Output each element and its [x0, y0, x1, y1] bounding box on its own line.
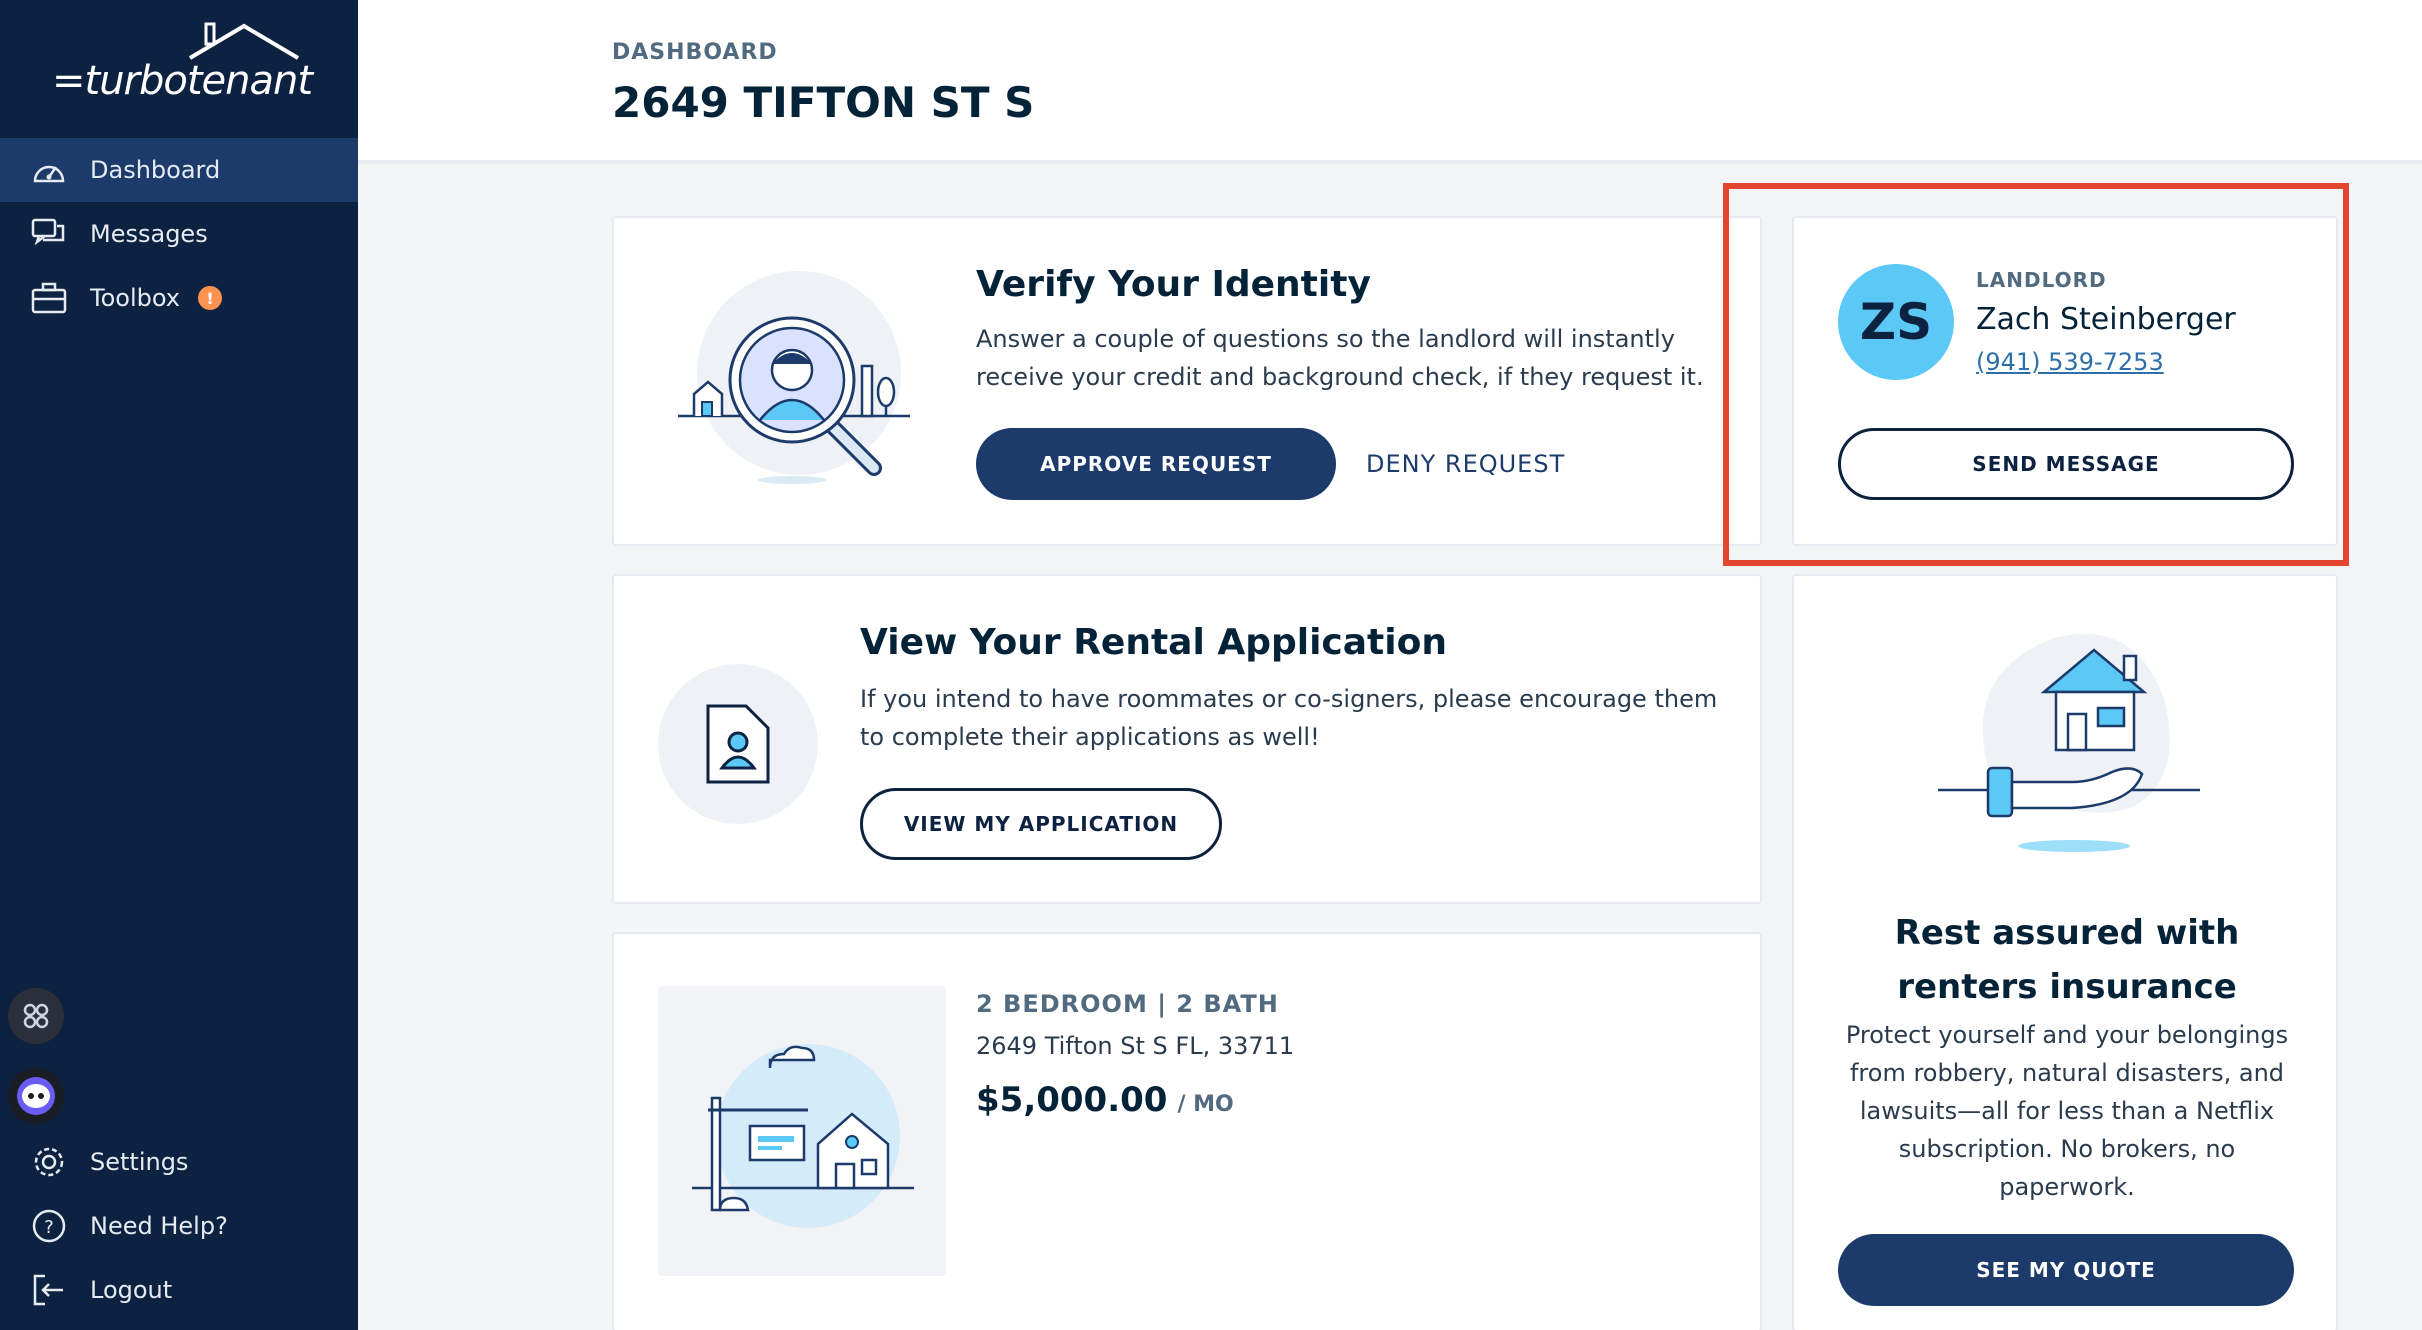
assistant-bot-button[interactable]: [8, 1068, 64, 1124]
bot-face-icon: [17, 1077, 55, 1115]
page-title: 2649 TIFTON ST S: [612, 78, 1035, 127]
see-my-quote-button[interactable]: SEE MY QUOTE: [1838, 1234, 2294, 1306]
user-document-icon: [706, 704, 770, 784]
sidebar-item-label: Messages: [90, 220, 208, 248]
sidebar-item-label: Toolbox: [90, 284, 180, 312]
sidebar-item-toolbox[interactable]: Toolbox !: [0, 266, 358, 330]
sidebar-item-help[interactable]: ? Need Help?: [0, 1194, 358, 1258]
application-text-line2: to complete their applications as well!: [860, 723, 1320, 751]
view-application-button[interactable]: VIEW MY APPLICATION: [860, 788, 1222, 860]
verify-identity-text-line2: receive your credit and background check…: [976, 363, 1704, 391]
logo-wordmark: =turbotenant: [52, 58, 313, 104]
approve-request-button[interactable]: APPROVE REQUEST: [976, 428, 1336, 500]
speedometer-icon: [30, 151, 68, 189]
identity-magnifier-illustration: [678, 271, 910, 484]
verify-identity-card: Verify Your Identity Answer a couple of …: [612, 216, 1762, 546]
gear-icon: [30, 1143, 68, 1181]
sidebar-item-label: Dashboard: [90, 156, 221, 184]
apps-grid-icon: [23, 1003, 49, 1029]
sidebar-item-messages[interactable]: Messages: [0, 202, 358, 266]
insurance-text-line: paperwork.: [1999, 1173, 2135, 1201]
application-text-line1: If you intend to have roommates or co-si…: [860, 685, 1718, 713]
logout-icon: [30, 1271, 68, 1309]
deny-request-button[interactable]: DENY REQUEST: [1366, 450, 1565, 478]
property-image: [658, 986, 946, 1276]
insurance-title: Rest assured with renters insurance: [1794, 906, 2340, 1014]
sidebar: =turbotenant Dashboard Messages Toolbox …: [0, 0, 358, 1330]
sidebar-item-label: Settings: [90, 1148, 189, 1176]
insurance-text-line: subscription. No brokers, no: [1898, 1135, 2236, 1163]
apps-grid-button[interactable]: [8, 988, 64, 1044]
breadcrumb: DASHBOARD: [612, 40, 778, 65]
insurance-title-line1: Rest assured with: [1894, 913, 2240, 953]
application-icon-circle: [658, 664, 818, 824]
insurance-text-line: Protect yourself and your belongings: [1845, 1021, 2289, 1049]
property-beds-baths: 2 BEDROOM | 2 BATH: [976, 990, 1279, 1018]
property-rent: $5,000.00 / MO: [976, 1080, 1234, 1120]
insurance-text-line: lawsuits—all for less than a Netflix: [1859, 1097, 2275, 1125]
logo-roof-icon: [188, 22, 300, 60]
turbotenant-logo[interactable]: =turbotenant: [52, 22, 313, 112]
sidebar-item-label: Need Help?: [90, 1212, 228, 1240]
property-rent-amount: $5,000.00: [976, 1080, 1168, 1120]
question-circle-icon: ?: [30, 1207, 68, 1245]
sidebar-item-dashboard[interactable]: Dashboard: [0, 138, 358, 202]
insurance-title-line2: renters insurance: [1897, 967, 2237, 1007]
property-rent-period: / MO: [1177, 1092, 1234, 1117]
verify-identity-text-line1: Answer a couple of questions so the land…: [976, 325, 1675, 353]
page-header: DASHBOARD 2649 TIFTON ST S: [358, 0, 2422, 164]
highlight-box: [1723, 183, 2349, 566]
for-rent-house-illustration: [692, 1044, 914, 1228]
renters-insurance-card: Rest assured with renters insurance Prot…: [1792, 574, 2338, 1330]
chat-bubbles-icon: [30, 215, 68, 253]
application-title: View Your Rental Application: [860, 622, 1447, 663]
sidebar-item-label: Logout: [90, 1276, 173, 1304]
sidebar-nav: Dashboard Messages Toolbox !: [0, 138, 358, 330]
sidebar-item-logout[interactable]: Logout: [0, 1258, 358, 1322]
house-in-hand-illustration: [1938, 634, 2200, 852]
property-address: 2649 Tifton St S FL, 33711: [976, 1032, 1295, 1060]
insurance-description: Protect yourself and your belongings fro…: [1794, 1016, 2340, 1206]
sidebar-bottom-nav: Settings ? Need Help? Logout: [0, 1130, 358, 1322]
toolbox-alert-badge: !: [198, 286, 222, 310]
sidebar-item-settings[interactable]: Settings: [0, 1130, 358, 1194]
insurance-text-line: from robbery, natural disasters, and: [1849, 1059, 2285, 1087]
rental-application-card: View Your Rental Application If you inte…: [612, 574, 1762, 904]
property-card: 2 BEDROOM | 2 BATH 2649 Tifton St S FL, …: [612, 932, 1762, 1330]
svg-text:?: ?: [44, 1217, 54, 1238]
verify-identity-title: Verify Your Identity: [976, 264, 1371, 305]
toolbox-icon: [30, 279, 68, 317]
